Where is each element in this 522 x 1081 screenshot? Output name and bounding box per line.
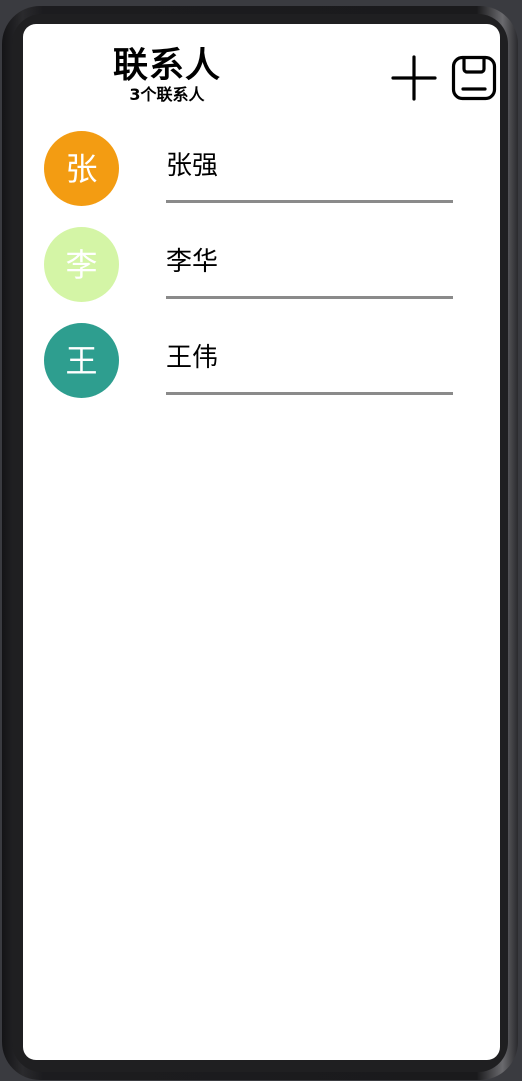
contact-name: 张强 xyxy=(166,151,219,181)
save-button[interactable] xyxy=(450,54,498,102)
add-contact-button[interactable] xyxy=(390,54,438,102)
avatar: 王 xyxy=(44,323,119,398)
app-screen: 联系人 3个联系人 张 张强 李 李华 王 王伟 xyxy=(23,24,500,1060)
contact-count: 3个联系人 xyxy=(129,85,205,104)
contact-row-2[interactable]: 王 王伟 xyxy=(23,323,500,419)
avatar: 李 xyxy=(44,227,119,302)
contact-name-field[interactable]: 王伟 xyxy=(166,323,453,395)
contact-name-field[interactable]: 张强 xyxy=(166,131,453,203)
contact-name-field[interactable]: 李华 xyxy=(166,227,453,299)
contact-list: 张 张强 李 李华 王 王伟 xyxy=(23,131,500,419)
plus-icon xyxy=(391,55,437,101)
save-icon xyxy=(451,55,497,101)
page-title: 联系人 xyxy=(112,46,221,86)
avatar: 张 xyxy=(44,131,119,206)
contact-name: 王伟 xyxy=(166,343,219,373)
contact-name: 李华 xyxy=(166,247,219,277)
contact-row-0[interactable]: 张 张强 xyxy=(23,131,500,227)
app-bar: 联系人 3个联系人 xyxy=(23,24,500,124)
title-block: 联系人 3个联系人 xyxy=(107,46,227,104)
contact-row-1[interactable]: 李 李华 xyxy=(23,227,500,323)
